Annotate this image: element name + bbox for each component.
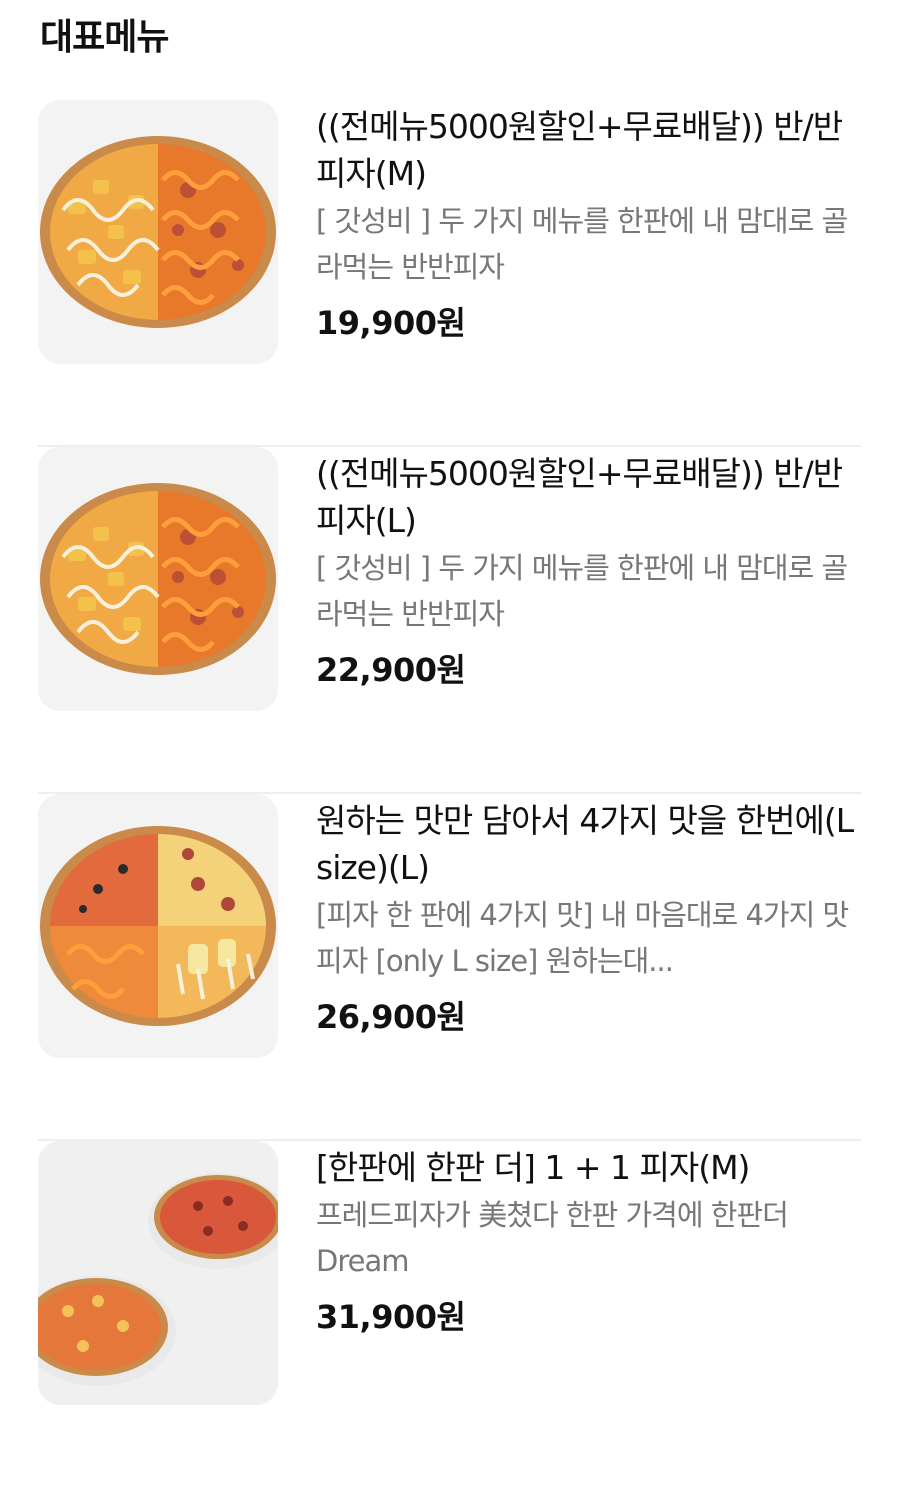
menu-price: 31,900원 xyxy=(316,1298,466,1336)
menu-info: 원하는 맛만 담아서 4가지 맛을 한번에(L size)(L) [피자 한 판… xyxy=(316,794,861,1038)
menu-description: [ 갓성비 ] 두 가지 메뉴를 한판에 내 맘대로 골라먹는 반반피자 xyxy=(316,551,848,631)
menu-item[interactable]: ((전메뉴5000원할인+무료배달)) 반/반 피자(M) [ 갓성비 ] 두 … xyxy=(38,100,861,447)
menu-name: ((전메뉴5000원할인+무료배달)) 반/반 피자(M) xyxy=(316,107,843,193)
menu-info: ((전메뉴5000원할인+무료배달)) 반/반 피자(M) [ 갓성비 ] 두 … xyxy=(316,100,861,344)
menu-item[interactable]: [한판에 한판 더] 1 + 1 피자(M) 프레드피자가 美쳤다 한판 가격에… xyxy=(38,1141,861,1488)
section-title: 대표메뉴 xyxy=(40,17,169,58)
menu-price: 26,900원 xyxy=(316,998,466,1036)
pizza-image xyxy=(38,100,278,364)
menu-item[interactable]: ((전메뉴5000원할인+무료배달)) 반/반 피자(L) [ 갓성비 ] 두 … xyxy=(38,447,861,794)
menu-info: ((전메뉴5000원할인+무료배달)) 반/반 피자(L) [ 갓성비 ] 두 … xyxy=(316,447,861,691)
menu-price: 22,900원 xyxy=(316,651,466,689)
menu-info: [한판에 한판 더] 1 + 1 피자(M) 프레드피자가 美쳤다 한판 가격에… xyxy=(316,1141,861,1338)
menu-description: [ 갓성비 ] 두 가지 메뉴를 한판에 내 맘대로 골라먹는 반반피자 xyxy=(316,204,848,284)
pizza-image xyxy=(38,447,278,711)
pizza-image xyxy=(38,794,278,1058)
pizza-image xyxy=(38,1141,278,1405)
menu-price: 19,900원 xyxy=(316,304,466,342)
menu-name: 원하는 맛만 담아서 4가지 맛을 한번에(L size)(L) xyxy=(316,801,854,887)
menu-description: [피자 한 판에 4가지 맛] 내 마음대로 4가지 맛 피자 [only L … xyxy=(316,898,849,978)
menu-name: [한판에 한판 더] 1 + 1 피자(M) xyxy=(316,1148,750,1187)
menu-list: ((전메뉴5000원할인+무료배달)) 반/반 피자(M) [ 갓성비 ] 두 … xyxy=(38,100,861,1488)
menu-item[interactable]: 원하는 맛만 담아서 4가지 맛을 한번에(L size)(L) [피자 한 판… xyxy=(38,794,861,1141)
menu-name: ((전메뉴5000원할인+무료배달)) 반/반 피자(L) xyxy=(316,454,843,540)
menu-description: 프레드피자가 美쳤다 한판 가격에 한판더 Dream xyxy=(316,1198,789,1278)
